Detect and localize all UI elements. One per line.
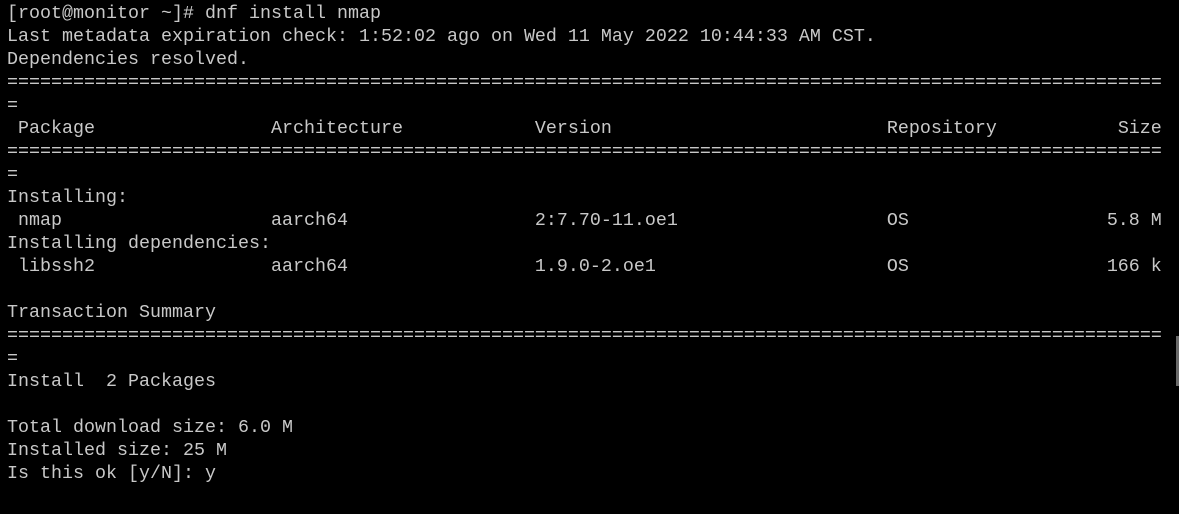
terminal-output[interactable]: [root@monitor ~]# dnf install nmap Last … xyxy=(7,2,1162,485)
header-package: Package xyxy=(17,118,95,139)
package-version: 2:7.70-11.oe1 xyxy=(534,210,678,231)
package-version: 1.9.0-2.oe1 xyxy=(534,256,656,277)
resolved-line: Dependencies resolved. xyxy=(7,49,249,70)
separator: ========================================… xyxy=(7,141,1162,162)
separator: ========================================… xyxy=(7,325,1162,346)
installed-size: Installed size: 25 M xyxy=(7,440,227,461)
header-architecture: Architecture xyxy=(270,118,403,139)
separator-wrap: = xyxy=(7,95,18,116)
metadata-line: Last metadata expiration check: 1:52:02 … xyxy=(7,26,876,47)
package-name: libssh2 xyxy=(17,256,95,277)
table-row: libssh2 aarch64 1.9.0-2.oe1 OS 166 k xyxy=(7,255,1162,278)
package-repo: OS xyxy=(886,256,909,277)
deps-label: Installing dependencies: xyxy=(7,233,271,254)
package-name: nmap xyxy=(17,210,62,231)
package-arch: aarch64 xyxy=(270,256,348,277)
separator-wrap: = xyxy=(7,164,18,185)
header-size: Size xyxy=(1117,118,1162,139)
summary-label: Transaction Summary xyxy=(7,302,216,323)
package-repo: OS xyxy=(886,210,909,231)
confirm-prompt[interactable]: Is this ok [y/N]: y xyxy=(7,462,1162,485)
total-download: Total download size: 6.0 M xyxy=(7,417,293,438)
package-size: 5.8 M xyxy=(1106,210,1162,231)
installing-label: Installing: xyxy=(7,187,128,208)
separator-wrap: = xyxy=(7,348,18,369)
header-repository: Repository xyxy=(886,118,997,139)
command-line: [root@monitor ~]# dnf install nmap xyxy=(7,3,381,24)
table-row: nmap aarch64 2:7.70-11.oe1 OS 5.8 M xyxy=(7,209,1162,232)
install-count: Install 2 Packages xyxy=(7,371,216,392)
header-version: Version xyxy=(534,118,612,139)
package-arch: aarch64 xyxy=(270,210,348,231)
separator: ========================================… xyxy=(7,72,1162,93)
table-header: Package Architecture Version Repository Size xyxy=(7,117,1162,140)
package-size: 166 k xyxy=(1106,256,1162,277)
